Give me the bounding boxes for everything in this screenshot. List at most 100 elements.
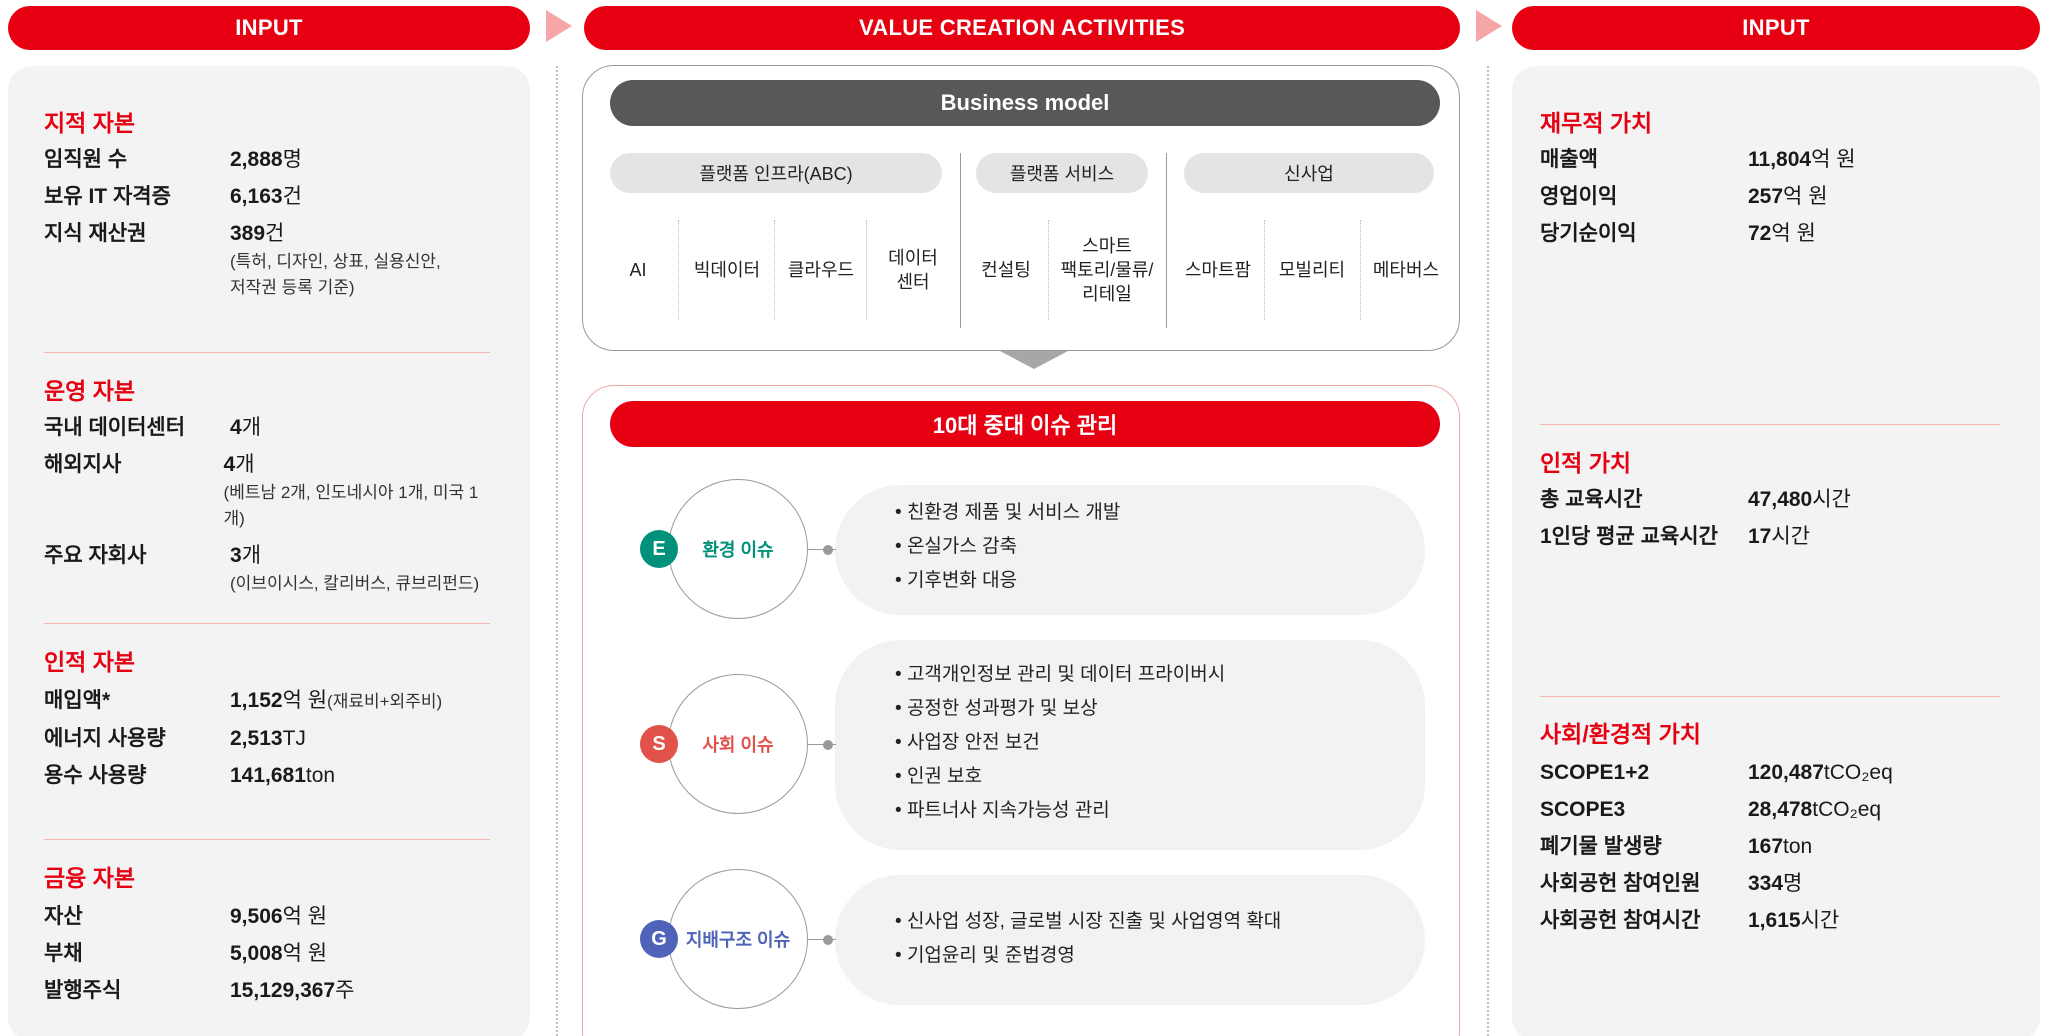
data-row: 1인당 평균 교육시간 17시간	[1540, 523, 2000, 550]
section-divider	[1540, 696, 2000, 697]
row-label: 매입액*	[44, 689, 111, 712]
data-row: SCOPE3 28,478tCO₂eq	[1540, 796, 2000, 823]
bm-item-metaverse: 메타버스	[1372, 260, 1440, 280]
row-value: 3개 (이브이시스, 칼리버스, 큐브리펀드)	[230, 542, 479, 597]
section-title: 인적 자본	[44, 649, 136, 675]
row-value: 2,513TJ	[230, 727, 306, 750]
list-item: 기후변화 대응	[895, 564, 1120, 598]
list-item: 파트너사 지속가능성 관리	[895, 794, 1225, 828]
row-value: 15,129,367주	[230, 979, 355, 1002]
header-input-left: INPUT	[8, 6, 530, 50]
row-label: 국내 데이터센터	[44, 416, 186, 439]
data-row: 주요 자회사 3개 (이브이시스, 칼리버스, 큐브리펀드)	[44, 542, 490, 597]
list-item: 친환경 제품 및 서비스 개발	[895, 496, 1120, 530]
row-note: (이브이시스, 칼리버스, 큐브리펀드)	[230, 574, 480, 593]
data-row: 해외지사 4개 (베트남 2개, 인도네시아 1개, 미국 1개)	[44, 451, 490, 532]
bm-item-smart-factory: 스마트 팩토리/물류/ 리테일	[1060, 236, 1154, 304]
row-label: 에너지 사용량	[44, 727, 166, 750]
section-divider	[44, 839, 490, 840]
list-item: 사업장 안전 보건	[895, 726, 1225, 760]
section-title: 재무적 가치	[1540, 110, 1653, 136]
row-label: 폐기물 발생량	[1540, 835, 1662, 858]
list-item: 인권 보호	[895, 760, 1225, 794]
row-label: 발행주식	[44, 979, 122, 1002]
arrow-icon	[1476, 10, 1502, 42]
list-item: 신사업 성장, 글로벌 시장 진출 및 사업영역 확대	[895, 905, 1281, 939]
section-title: 인적 가치	[1540, 450, 1632, 476]
issues-title: 10대 중대 이슈 관리	[610, 401, 1440, 447]
issue-list: 고객개인정보 관리 및 데이터 프라이버시 공정한 성과평가 및 보상 사업장 …	[895, 658, 1225, 828]
row-value: 1,152억 원(재료비+외주비)	[230, 689, 443, 712]
row-note: (특허, 디자인, 상표, 실용신안,	[230, 252, 441, 271]
data-row: 임직원 수 2,888명	[44, 146, 490, 173]
data-row: 국내 데이터센터 4개	[44, 414, 490, 441]
row-value: 4개	[230, 416, 262, 439]
divider-left	[556, 66, 558, 1036]
row-label: 임직원 수	[44, 148, 128, 171]
section-divider	[44, 623, 490, 624]
connector-dot	[823, 740, 833, 750]
row-label: 총 교육시간	[1540, 488, 1643, 511]
item-divider	[678, 220, 679, 320]
data-row: 부채 5,008억 원	[44, 940, 490, 967]
bm-item-smartfarm: 스마트팜	[1184, 260, 1252, 280]
row-value: 2,888명	[230, 148, 302, 171]
category-new-business: 신사업	[1184, 153, 1434, 193]
issue-label: 환경 이슈	[702, 540, 774, 560]
bm-item-bigdata: 빅데이터	[693, 260, 761, 280]
category-divider	[960, 153, 961, 328]
item-divider	[1360, 220, 1361, 320]
section-intellectual-capital: 지적 자본 임직원 수 2,888명 보유 IT 자격증 6,163건 지식 재…	[44, 104, 490, 301]
row-label: 해외지사	[44, 453, 122, 476]
list-item: 기업윤리 및 준법경영	[895, 939, 1281, 973]
row-label: 사회공헌 참여시간	[1540, 909, 1701, 932]
row-value: 334명	[1748, 872, 1803, 895]
section-financial-capital: 금융 자본 자산 9,506억 원 부채 5,008억 원 발행주식 15,12…	[44, 859, 490, 1004]
category-platform-service: 플랫폼 서비스	[976, 153, 1148, 193]
data-row: 자산 9,506억 원	[44, 903, 490, 930]
connector-dot	[823, 935, 833, 945]
section-social-env-value: 사회/환경적 가치 SCOPE1+2 120,487tCO₂eq SCOPE3 …	[1540, 715, 2000, 934]
issue-circle-social: 사회 이슈	[668, 674, 808, 814]
data-row: 지식 재산권 389건 (특허, 디자인, 상표, 실용신안, 저작권 등록 기…	[44, 220, 490, 301]
badge-g: G	[640, 920, 678, 958]
row-value: 167ton	[1748, 835, 1813, 858]
section-divider	[1540, 424, 2000, 425]
business-model-title: Business model	[610, 80, 1440, 126]
item-divider	[866, 220, 867, 320]
row-label: 매출액	[1540, 148, 1598, 171]
bm-item-ai: AI	[629, 260, 647, 280]
row-note: 저작권 등록 기준)	[230, 278, 355, 297]
data-row: 당기순이익 72억 원	[1540, 220, 2000, 247]
data-row: 사회공헌 참여시간 1,615시간	[1540, 907, 2000, 934]
row-value: 5,008억 원	[230, 942, 328, 965]
item-divider	[1048, 220, 1049, 320]
issue-circle-environment: 환경 이슈	[668, 479, 808, 619]
bm-item-cloud: 클라우드	[787, 260, 855, 280]
row-label: 부채	[44, 942, 83, 965]
row-suffix: (재료비+외주비)	[327, 692, 443, 711]
data-row: 총 교육시간 47,480시간	[1540, 486, 2000, 513]
row-value: 11,804억 원	[1748, 148, 1856, 171]
data-row: 에너지 사용량 2,513TJ	[44, 725, 490, 752]
row-label: 당기순이익	[1540, 222, 1637, 245]
issue-bubble-environment: 친환경 제품 및 서비스 개발 온실가스 감축 기후변화 대응	[835, 485, 1425, 615]
issue-list: 신사업 성장, 글로벌 시장 진출 및 사업영역 확대 기업윤리 및 준법경영	[895, 905, 1281, 973]
row-value: 141,681ton	[230, 764, 336, 787]
issue-bubble-governance: 신사업 성장, 글로벌 시장 진출 및 사업영역 확대 기업윤리 및 준법경영	[835, 875, 1425, 1005]
row-value: 389건 (특허, 디자인, 상표, 실용신안, 저작권 등록 기준)	[230, 220, 441, 301]
section-title: 운영 자본	[44, 378, 136, 404]
badge-e: E	[640, 530, 678, 568]
row-value: 120,487tCO₂eq	[1748, 761, 1893, 784]
section-financial-value: 재무적 가치 매출액 11,804억 원 영업이익 257억 원 당기순이익 7…	[1540, 104, 2000, 247]
section-operational-capital: 운영 자본 국내 데이터센터 4개 해외지사 4개 (베트남 2개, 인도네시아…	[44, 372, 490, 597]
issue-list: 친환경 제품 및 서비스 개발 온실가스 감축 기후변화 대응	[895, 496, 1120, 598]
row-value: 9,506억 원	[230, 905, 328, 928]
row-value: 257억 원	[1748, 185, 1828, 208]
item-divider	[1264, 220, 1265, 320]
row-label: SCOPE1+2	[1540, 761, 1650, 784]
issue-circle-governance: 지배구조 이슈	[668, 869, 808, 1009]
section-title: 금융 자본	[44, 865, 136, 891]
row-label: 주요 자회사	[44, 544, 147, 567]
data-row: 발행주식 15,129,367주	[44, 977, 490, 1004]
